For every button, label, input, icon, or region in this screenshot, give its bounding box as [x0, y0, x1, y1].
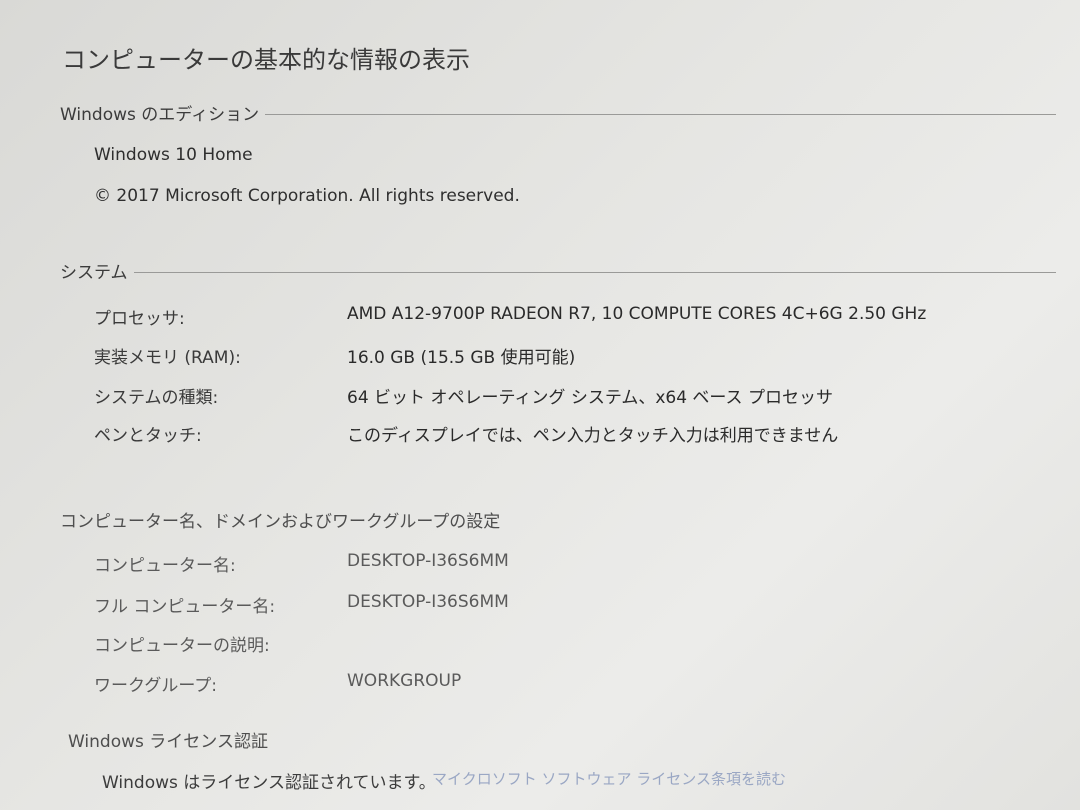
ram-label: 実装メモリ (RAM):: [94, 348, 241, 368]
pen-touch-label: ペンとタッチ:: [94, 426, 202, 446]
license-status-text: Windows はライセンス認証されています。: [102, 773, 436, 793]
full-computer-name-row: フル コンピューター名: DESKTOP-I36S6MM: [94, 592, 1054, 618]
edition-header-label: Windows のエディション: [60, 105, 260, 125]
processor-value: AMD A12-9700P RADEON R7, 10 COMPUTE CORE…: [347, 304, 927, 324]
license-section-header: Windows ライセンス認証: [68, 727, 1056, 752]
computer-name-row: コンピューター名: DESKTOP-I36S6MM: [94, 551, 1054, 577]
workgroup-row: ワークグループ: WORKGROUP: [94, 671, 1054, 697]
license-terms-link[interactable]: マイクロソフト ソフトウェア ライセンス条項を読む: [432, 768, 786, 789]
full-computer-name-label: フル コンピューター名:: [94, 597, 276, 617]
section-divider: [133, 272, 1056, 273]
section-divider: [265, 114, 1056, 115]
pen-touch-row: ペンとタッチ: このディスプレイでは、ペン入力とタッチ入力は利用できません: [94, 421, 1054, 447]
computer-description-label: コンピューターの説明:: [94, 636, 270, 656]
full-computer-name-value: DESKTOP-I36S6MM: [347, 592, 509, 612]
system-header-label: システム: [60, 263, 128, 283]
system-type-label: システムの種類:: [94, 388, 219, 408]
computer-name-section-header: コンピューター名、ドメインおよびワークグループの設定: [60, 507, 1056, 532]
workgroup-label: ワークグループ:: [94, 676, 218, 696]
edition-name: Windows 10 Home: [94, 145, 253, 165]
system-type-row: システムの種類: 64 ビット オペレーティング システム、x64 ベース プロ…: [94, 383, 1054, 409]
ram-value: 16.0 GB (15.5 GB 使用可能): [347, 348, 576, 368]
edition-section-header: Windows のエディション: [60, 100, 1056, 125]
computer-name-label: コンピューター名:: [94, 556, 236, 576]
processor-label: プロセッサ:: [94, 309, 185, 329]
ram-row: 実装メモリ (RAM): 16.0 GB (15.5 GB 使用可能): [94, 343, 1054, 369]
computer-description-row: コンピューターの説明:: [94, 631, 1054, 657]
system-properties-screen: コンピューターの基本的な情報の表示 Windows のエディション Window…: [0, 0, 1080, 810]
system-type-value: 64 ビット オペレーティング システム、x64 ベース プロセッサ: [347, 388, 833, 408]
computer-name-value: DESKTOP-I36S6MM: [347, 551, 509, 571]
workgroup-value: WORKGROUP: [347, 671, 462, 691]
copyright-text: © 2017 Microsoft Corporation. All rights…: [94, 186, 520, 206]
page-title: コンピューターの基本的な情報の表示: [62, 46, 470, 74]
processor-row: プロセッサ: AMD A12-9700P RADEON R7, 10 COMPU…: [94, 304, 1054, 330]
system-section-header: システム: [60, 258, 1056, 283]
computer-name-header-label: コンピューター名、ドメインおよびワークグループの設定: [60, 512, 501, 532]
license-header-label: Windows ライセンス認証: [68, 732, 268, 752]
pen-touch-value: このディスプレイでは、ペン入力とタッチ入力は利用できません: [347, 426, 839, 446]
